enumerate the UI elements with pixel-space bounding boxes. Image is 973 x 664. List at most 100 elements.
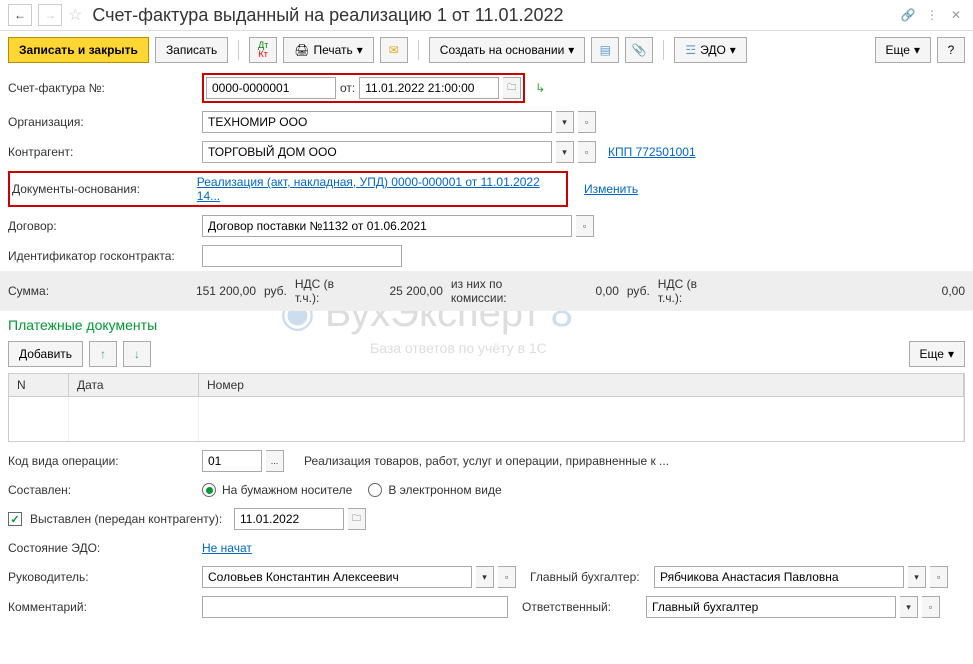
gos-contract-label: Идентификатор госконтракта:: [8, 249, 198, 263]
link-icon[interactable]: 🔗: [899, 6, 917, 24]
move-down-button[interactable]: ↓: [123, 341, 151, 367]
table-body[interactable]: [9, 397, 964, 441]
back-button[interactable]: ←: [8, 4, 32, 26]
responsible-label: Ответственный:: [522, 600, 642, 614]
open-button[interactable]: ▫: [922, 596, 940, 618]
calendar-button[interactable]: 🗀: [348, 508, 366, 530]
responsible-input[interactable]: [646, 596, 896, 618]
dropdown-button[interactable]: ▾: [476, 566, 494, 588]
issued-checkbox[interactable]: ✓: [8, 512, 22, 526]
basis-docs-label: Документы-основания:: [12, 182, 197, 196]
dropdown-icon: ▾: [357, 43, 363, 57]
attach-button[interactable]: 📎: [625, 37, 653, 63]
payment-docs-table[interactable]: N Дата Номер: [8, 373, 965, 442]
vat-label: НДС (в т.ч.):: [295, 277, 345, 305]
invoice-date-input[interactable]: [359, 77, 499, 99]
dropdown-button[interactable]: ▾: [556, 141, 574, 163]
forward-button[interactable]: →: [38, 4, 62, 26]
contract-label: Договор:: [8, 219, 198, 233]
col-date[interactable]: Дата: [69, 374, 199, 396]
create-based-on-button[interactable]: Создать на основании ▾: [429, 37, 586, 63]
select-button[interactable]: ...: [266, 450, 284, 472]
more-button-table[interactable]: Еще ▾: [909, 341, 965, 367]
dropdown-icon: ▾: [568, 43, 574, 57]
open-button[interactable]: ▫: [578, 111, 596, 133]
from-label: от:: [340, 81, 355, 95]
dt-kt-button[interactable]: ДтКт: [249, 37, 277, 63]
calendar-button[interactable]: 🗀: [503, 77, 521, 99]
contract-input[interactable]: [202, 215, 572, 237]
dropdown-button[interactable]: ▾: [908, 566, 926, 588]
commission-label: из них по комиссии:: [451, 277, 521, 305]
accountant-label: Главный бухгалтер:: [530, 570, 650, 584]
help-button[interactable]: ?: [937, 37, 965, 63]
organization-input[interactable]: [202, 111, 552, 133]
change-link[interactable]: Изменить: [584, 182, 638, 196]
sum-value: 151 200,00: [76, 284, 256, 298]
paperclip-icon: 📎: [632, 43, 647, 57]
open-button[interactable]: ▫: [498, 566, 516, 588]
dropdown-icon: ▾: [730, 43, 736, 57]
issued-label: Выставлен (передан контрагенту):: [30, 512, 230, 526]
dropdown-icon: ▾: [948, 347, 954, 361]
edo-button[interactable]: ☲ ЭДО ▾: [674, 37, 746, 63]
mail-icon: ✉: [389, 43, 399, 57]
edo-icon: ☲: [685, 43, 696, 57]
structure-icon: ▤: [600, 43, 611, 57]
payment-docs-title: Платежные документы: [0, 311, 973, 339]
arrow-up-icon: ↑: [100, 347, 106, 361]
dropdown-icon: ▾: [914, 43, 920, 57]
electronic-radio[interactable]: [368, 483, 382, 497]
dropdown-button[interactable]: ▾: [556, 111, 574, 133]
comment-label: Комментарий:: [8, 600, 198, 614]
rub-label: руб.: [264, 284, 287, 298]
open-button[interactable]: ▫: [578, 141, 596, 163]
email-button[interactable]: ✉: [380, 37, 408, 63]
invoice-no-label: Счет-фактура №:: [8, 81, 198, 95]
op-code-desc: Реализация товаров, работ, услуг и опера…: [304, 454, 669, 468]
window-title: Счет-фактура выданный на реализацию 1 от…: [92, 5, 893, 26]
arrow-down-icon: ↓: [134, 347, 140, 361]
issued-date-input[interactable]: [234, 508, 344, 530]
kpp-link[interactable]: КПП 772501001: [608, 145, 696, 159]
manager-input[interactable]: [202, 566, 472, 588]
accountant-input[interactable]: [654, 566, 904, 588]
close-icon[interactable]: ✕: [947, 6, 965, 24]
favorite-star-icon[interactable]: ☆: [68, 5, 82, 25]
edo-state-link[interactable]: Не начат: [202, 541, 252, 555]
col-n[interactable]: N: [9, 374, 69, 396]
sum-label: Сумма:: [8, 284, 68, 298]
basis-doc-link[interactable]: Реализация (акт, накладная, УПД) 0000-00…: [197, 175, 564, 203]
save-button[interactable]: Записать: [155, 37, 228, 63]
more-button[interactable]: Еще ▾: [875, 37, 931, 63]
paper-radio[interactable]: [202, 483, 216, 497]
move-up-button[interactable]: ↑: [89, 341, 117, 367]
edo-state-label: Состояние ЭДО:: [8, 541, 198, 555]
open-button[interactable]: ▫: [930, 566, 948, 588]
structure-button[interactable]: ▤: [591, 37, 619, 63]
op-code-input[interactable]: [202, 450, 262, 472]
paper-radio-label: На бумажном носителе: [222, 483, 352, 497]
printer-icon: 🖨: [294, 43, 309, 57]
vat2-label: НДС (в т.ч.):: [658, 277, 708, 305]
add-button[interactable]: Добавить: [8, 341, 83, 367]
gos-contract-input[interactable]: [202, 245, 402, 267]
apply-icon[interactable]: ↳: [535, 81, 545, 95]
organization-label: Организация:: [8, 115, 198, 129]
save-and-close-button[interactable]: Записать и закрыть: [8, 37, 149, 63]
col-number[interactable]: Номер: [199, 374, 964, 396]
counterparty-label: Контрагент:: [8, 145, 198, 159]
print-button[interactable]: 🖨 Печать ▾: [283, 37, 374, 63]
vat2-value: 0,00: [716, 284, 965, 298]
comment-input[interactable]: [202, 596, 508, 618]
more-menu-icon[interactable]: ⋮: [923, 6, 941, 24]
electronic-radio-label: В электронном виде: [388, 483, 501, 497]
open-button[interactable]: ▫: [576, 215, 594, 237]
counterparty-input[interactable]: [202, 141, 552, 163]
op-code-label: Код вида операции:: [8, 454, 198, 468]
manager-label: Руководитель:: [8, 570, 198, 584]
commission-value: 0,00: [529, 284, 619, 298]
rub-label2: руб.: [627, 284, 650, 298]
dropdown-button[interactable]: ▾: [900, 596, 918, 618]
invoice-no-input[interactable]: [206, 77, 336, 99]
